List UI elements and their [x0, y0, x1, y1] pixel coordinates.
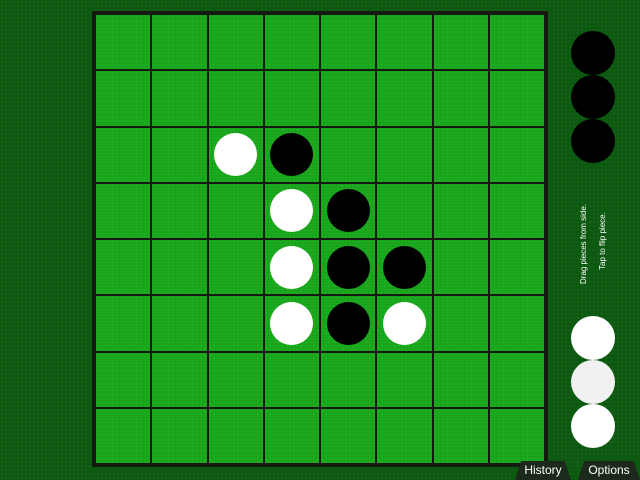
board-cell[interactable]: [321, 15, 376, 70]
white-piece[interactable]: [270, 301, 314, 345]
board-cell[interactable]: [377, 127, 432, 182]
board-cell[interactable]: [489, 408, 544, 463]
board-cell[interactable]: [489, 352, 544, 407]
board-cell[interactable]: [152, 71, 207, 126]
black-piece[interactable]: [382, 245, 426, 289]
options-button[interactable]: Options: [578, 461, 640, 480]
black-piece[interactable]: [326, 189, 370, 233]
board-cell[interactable]: [96, 71, 151, 126]
drag-instruction: Drag pieces from side.: [579, 203, 588, 284]
board-cell[interactable]: [208, 127, 263, 182]
board-grid: [96, 15, 544, 463]
board-cell[interactable]: [208, 183, 263, 238]
board-cell[interactable]: [433, 352, 488, 407]
black-piece-supply: [571, 31, 615, 163]
board-cell[interactable]: [96, 408, 151, 463]
white-supply-piece[interactable]: [571, 316, 615, 360]
board-cell[interactable]: [208, 71, 263, 126]
game-board: [92, 11, 548, 467]
board-cell[interactable]: [377, 15, 432, 70]
board-cell[interactable]: [152, 408, 207, 463]
board-cell[interactable]: [433, 71, 488, 126]
board-cell[interactable]: [433, 408, 488, 463]
board-cell[interactable]: [489, 296, 544, 351]
black-piece[interactable]: [326, 301, 370, 345]
board-cell[interactable]: [264, 240, 319, 295]
board-cell[interactable]: [96, 15, 151, 70]
board-cell[interactable]: [377, 352, 432, 407]
board-cell[interactable]: [208, 15, 263, 70]
board-cell[interactable]: [377, 71, 432, 126]
board-cell[interactable]: [264, 296, 319, 351]
board-cell[interactable]: [96, 127, 151, 182]
board-cell[interactable]: [96, 183, 151, 238]
board-cell[interactable]: [264, 408, 319, 463]
board-cell[interactable]: [489, 71, 544, 126]
board-cell[interactable]: [433, 15, 488, 70]
white-piece[interactable]: [382, 301, 426, 345]
history-button[interactable]: History: [515, 461, 571, 480]
board-cell[interactable]: [433, 127, 488, 182]
black-supply-piece[interactable]: [571, 31, 615, 75]
board-cell[interactable]: [377, 240, 432, 295]
board-cell[interactable]: [321, 296, 376, 351]
board-cell[interactable]: [489, 240, 544, 295]
black-supply-piece[interactable]: [571, 119, 615, 163]
board-cell[interactable]: [377, 183, 432, 238]
board-cell[interactable]: [208, 240, 263, 295]
board-cell[interactable]: [321, 352, 376, 407]
board-cell[interactable]: [321, 408, 376, 463]
black-piece[interactable]: [326, 245, 370, 289]
board-cell[interactable]: [264, 183, 319, 238]
board-cell[interactable]: [377, 408, 432, 463]
board-cell[interactable]: [489, 15, 544, 70]
board-cell[interactable]: [321, 183, 376, 238]
board-cell[interactable]: [96, 296, 151, 351]
board-cell[interactable]: [321, 240, 376, 295]
board-cell[interactable]: [208, 352, 263, 407]
board-cell[interactable]: [489, 127, 544, 182]
board-cell[interactable]: [152, 127, 207, 182]
board-cell[interactable]: [264, 352, 319, 407]
board-cell[interactable]: [433, 240, 488, 295]
board-cell[interactable]: [433, 296, 488, 351]
board-cell[interactable]: [152, 352, 207, 407]
board-cell[interactable]: [321, 127, 376, 182]
board-cell[interactable]: [208, 296, 263, 351]
board-cell[interactable]: [152, 240, 207, 295]
board-cell[interactable]: [152, 15, 207, 70]
tap-instruction: Tap to flip piece.: [598, 212, 607, 270]
board-cell[interactable]: [489, 183, 544, 238]
board-cell[interactable]: [377, 296, 432, 351]
board-cell[interactable]: [152, 183, 207, 238]
board-cell[interactable]: [208, 408, 263, 463]
board-cell[interactable]: [321, 71, 376, 126]
white-supply-piece[interactable]: [571, 360, 615, 404]
board-cell[interactable]: [96, 352, 151, 407]
black-supply-piece[interactable]: [571, 75, 615, 119]
white-piece[interactable]: [270, 189, 314, 233]
board-cell[interactable]: [96, 240, 151, 295]
board-cell[interactable]: [264, 15, 319, 70]
board-cell[interactable]: [152, 296, 207, 351]
board-cell[interactable]: [264, 71, 319, 126]
board-cell[interactable]: [264, 127, 319, 182]
white-supply-piece[interactable]: [571, 404, 615, 448]
white-piece[interactable]: [270, 245, 314, 289]
board-cell[interactable]: [433, 183, 488, 238]
black-piece[interactable]: [270, 133, 314, 177]
white-piece-supply: [571, 316, 615, 448]
white-piece[interactable]: [214, 133, 258, 177]
